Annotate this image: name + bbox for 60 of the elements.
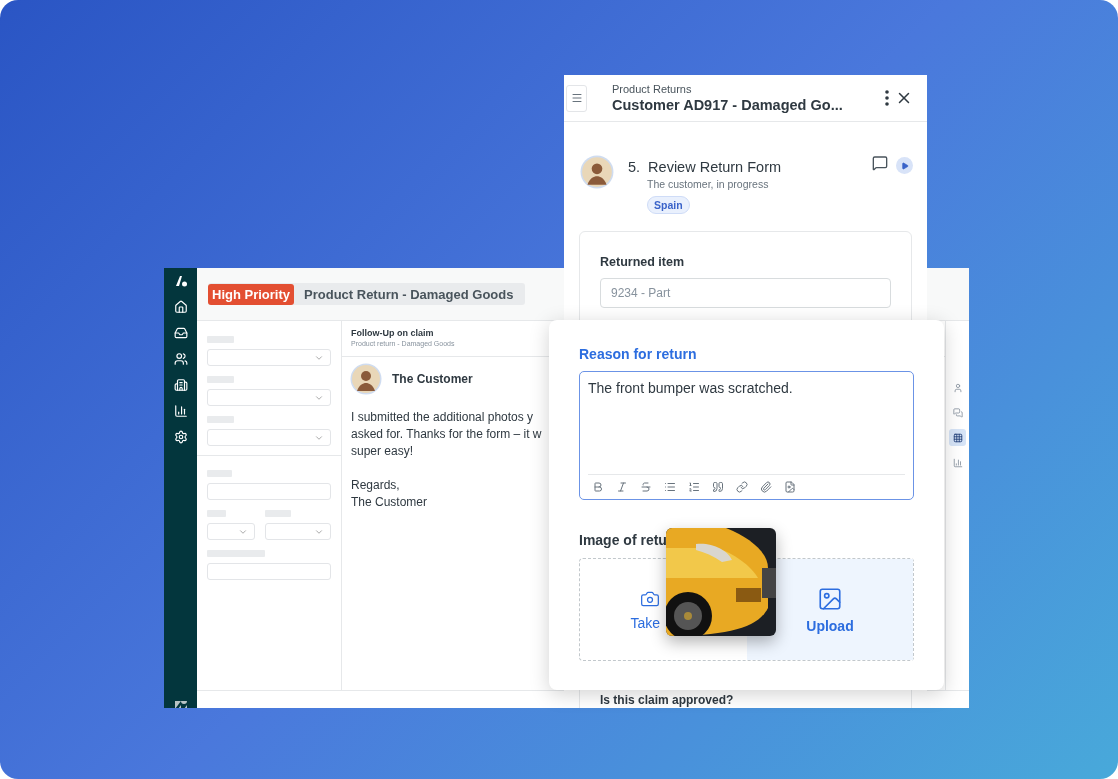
- panel-overline: Product Returns: [612, 83, 693, 95]
- play-button[interactable]: [896, 157, 913, 174]
- field-label: Is this claim approved?: [600, 693, 735, 707]
- message-line: I submitted the additional photos y: [351, 409, 534, 426]
- chat-icon: [952, 407, 963, 418]
- rail-button[interactable]: [949, 429, 966, 446]
- select-field[interactable]: [207, 389, 331, 406]
- message-line: asked for. Thanks for the form – it w: [351, 426, 542, 443]
- numbered-list-icon[interactable]: [688, 481, 700, 493]
- select-field[interactable]: [207, 523, 255, 540]
- select-field[interactable]: [265, 523, 331, 540]
- comment-icon[interactable]: [872, 155, 888, 171]
- select-field[interactable]: [207, 429, 331, 446]
- image-icon: [817, 585, 843, 612]
- step-title: Review Return Form: [648, 159, 782, 175]
- chart-icon: [952, 457, 963, 468]
- avatar: [350, 363, 382, 395]
- paperclip-icon[interactable]: [760, 481, 772, 493]
- select-field[interactable]: [207, 349, 331, 366]
- menu-button[interactable]: [566, 84, 587, 112]
- link-icon[interactable]: [736, 481, 748, 493]
- author-name: The Customer: [392, 372, 473, 386]
- message-line: The Customer: [351, 494, 428, 511]
- step-subtitle: The customer, in progress: [647, 178, 770, 190]
- text-field[interactable]: [207, 563, 331, 580]
- inbox-icon[interactable]: [173, 326, 188, 340]
- priority-badge: High Priority: [208, 283, 294, 305]
- user-icon: [952, 382, 963, 393]
- text-field[interactable]: [207, 483, 331, 500]
- input-field[interactable]: 9234 - Part: [600, 278, 891, 308]
- ticket-title: Product Return - Damaged Goods: [303, 285, 515, 304]
- text-area[interactable]: The front bumper was scratched.: [579, 371, 914, 500]
- file-image-icon[interactable]: [784, 481, 796, 493]
- field-label: Reason for return: [579, 346, 698, 362]
- avatar: [580, 155, 614, 189]
- more-icon: [885, 90, 889, 106]
- country-tag: Spain: [647, 196, 690, 214]
- play-icon: [900, 161, 909, 170]
- strikethrough-icon[interactable]: [640, 481, 652, 493]
- step-number: 5.: [628, 159, 641, 175]
- image-option[interactable]: Take: [580, 559, 664, 660]
- building-icon[interactable]: [173, 378, 188, 392]
- italic-icon[interactable]: [616, 481, 628, 493]
- bullet-list-icon[interactable]: [664, 481, 676, 493]
- panel-title: Customer AD917 - Damaged Go...: [612, 97, 844, 113]
- more-button[interactable]: [885, 90, 889, 106]
- home-icon[interactable]: [173, 300, 188, 314]
- message-line: super easy!: [351, 443, 414, 460]
- quote-icon[interactable]: [712, 481, 724, 493]
- logo-icon: [173, 274, 188, 288]
- grid-icon: [952, 432, 963, 443]
- settings-icon[interactable]: [173, 430, 188, 444]
- message-line: Regards,: [351, 477, 400, 494]
- bold-icon[interactable]: [592, 481, 604, 493]
- field-label: Returned item: [600, 255, 686, 269]
- conversation-title: Follow-Up on claim: [351, 328, 435, 338]
- menu-icon: [570, 92, 583, 104]
- field-label: Image of retu: [579, 532, 668, 548]
- users-icon[interactable]: [173, 352, 188, 366]
- bar-chart-icon[interactable]: [173, 404, 188, 418]
